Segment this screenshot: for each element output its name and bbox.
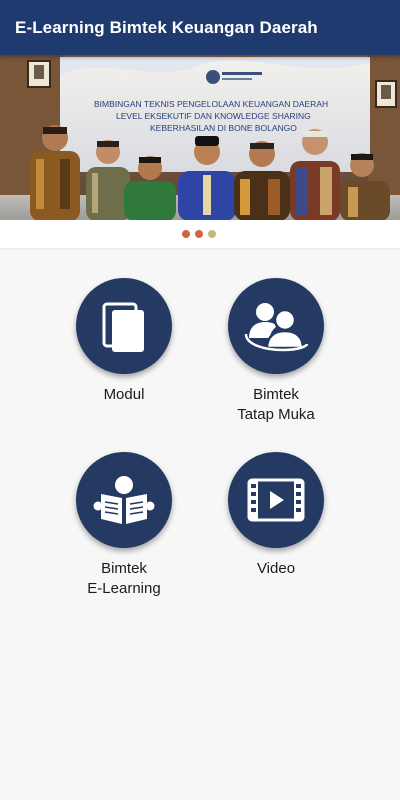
carousel-indicator-area [0, 220, 400, 248]
menu-modul-label: Modul [103, 386, 145, 403]
carousel-dot[interactable] [195, 230, 203, 238]
app-title: E-Learning Bimtek Keuangan Daerah [15, 18, 318, 37]
menu-tatap-muka-label: Bimtek Tatap Muka [237, 386, 315, 423]
carousel-page-dots [182, 230, 216, 238]
carousel-dot[interactable] [182, 230, 190, 238]
menu-grid: Modul Bimtek Tatap Muka Bimtek E-Learnin… [0, 248, 400, 800]
banner-photo: BIMBINGAN TEKNIS PENGELOLAAN KEUANGAN DA… [0, 55, 400, 220]
menu-tatap-muka-circle[interactable] [228, 278, 324, 374]
banner-line-2: LEVEL EKSEKUTIF DAN KNOWLEDGE SHARING [116, 111, 311, 121]
menu-video[interactable]: Video [201, 452, 351, 579]
menu-e-learning-label: Bimtek E-Learning [87, 560, 161, 597]
menu-modul-circle[interactable] [76, 278, 172, 374]
group-meeting-icon [244, 303, 309, 352]
menu-modul[interactable]: Modul [49, 278, 199, 405]
app-bar: E-Learning Bimtek Keuangan Daerah [0, 0, 400, 55]
menu-e-learning-circle[interactable] [76, 452, 172, 548]
menu-video-label: Video [256, 560, 296, 577]
banner-line-1: BIMBINGAN TEKNIS PENGELOLAAN KEUANGAN DA… [94, 99, 328, 109]
banner-line-3: KEBERHASILAN DI BONE BOLANGO [150, 123, 297, 133]
reader-book-icon [93, 476, 155, 524]
carousel-dot[interactable] [208, 230, 216, 238]
book-stack-icon [102, 302, 144, 352]
video-play-icon [247, 478, 305, 522]
menu-video-circle[interactable] [228, 452, 324, 548]
menu-bimtek-e-learning[interactable]: Bimtek E-Learning [49, 452, 199, 599]
menu-bimtek-tatap-muka[interactable]: Bimtek Tatap Muka [201, 278, 351, 425]
banner-carousel[interactable]: BIMBINGAN TEKNIS PENGELOLAAN KEUANGAN DA… [0, 55, 400, 220]
